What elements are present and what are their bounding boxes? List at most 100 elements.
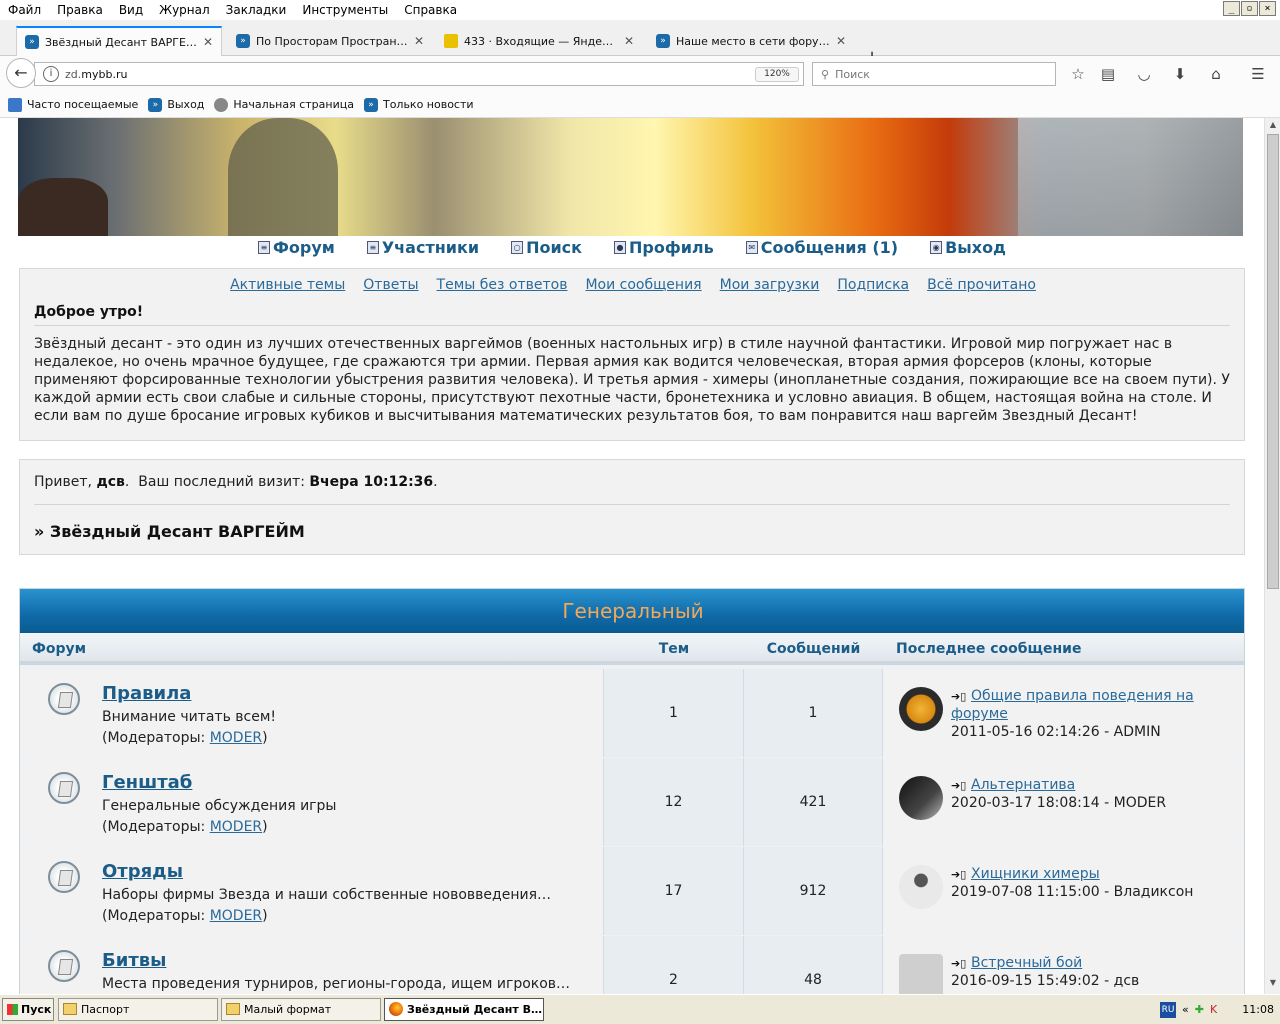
nav-profile[interactable]: ● Профиль <box>614 236 714 258</box>
link-my-uploads[interactable]: Мои загрузки <box>720 277 820 293</box>
tab-title: Наше место в сети форумов… <box>676 34 830 48</box>
breadcrumb[interactable]: » Звёздный Десант ВАРГЕЙМ <box>34 522 305 541</box>
tray-security-icon[interactable]: K <box>1210 1003 1217 1016</box>
folder-icon <box>226 1003 240 1015</box>
tab-nashe-mesto[interactable]: » Наше место в сети форумов… ✕ <box>648 26 854 56</box>
moderator-link[interactable]: MODER <box>210 908 262 924</box>
reading-list-icon[interactable]: ▤ <box>1098 64 1118 84</box>
taskbar-item-firefox[interactable]: Звёздный Десант В… <box>384 998 544 1021</box>
last-post-link[interactable]: Встречный бой <box>971 955 1082 971</box>
scroll-up-icon[interactable]: ▲ <box>1267 120 1279 134</box>
close-tab-icon[interactable]: ✕ <box>618 34 634 48</box>
forum-title-link[interactable]: Генштаб <box>102 772 192 793</box>
link-replies[interactable]: Ответы <box>363 277 418 293</box>
last-post-link[interactable]: Общие правила поведения на форуме <box>951 688 1194 722</box>
menu-file[interactable]: Файл <box>0 3 49 17</box>
category-header[interactable]: Генеральный <box>20 589 1244 633</box>
moderator-link[interactable]: MODER <box>210 819 262 835</box>
link-mark-all-read[interactable]: Всё прочитано <box>927 277 1036 293</box>
last-post-link[interactable]: Альтернатива <box>971 777 1075 793</box>
moderator-link[interactable]: MODER <box>210 730 262 746</box>
maximize-button[interactable]: ▫ <box>1241 1 1258 16</box>
menu-edit[interactable]: Правка <box>49 3 111 17</box>
last-post-meta: 2016-09-15 15:49:02 - дсв <box>951 973 1140 989</box>
column-topics: Тем <box>658 641 690 657</box>
language-indicator[interactable]: RU <box>1160 1001 1176 1018</box>
forum-title-link[interactable]: Правила <box>102 683 191 704</box>
link-my-posts[interactable]: Мои сообщения <box>585 277 701 293</box>
page-content: ≡ Форум ≡ Участники ○ Поиск ● Профиль ✉ Сообщ… <box>0 118 1264 994</box>
bookmark-logout[interactable]: » Выход <box>148 97 204 112</box>
zoom-indicator[interactable]: 120% <box>755 67 799 82</box>
tab-title: 433 · Входящие — Яндекс… <box>464 34 618 48</box>
forum-read-icon <box>48 683 80 715</box>
moderators-label: (Модераторы: <box>102 819 206 835</box>
forum-top-nav: ≡ Форум ≡ Участники ○ Поиск ● Профиль ✉ Сообщ… <box>0 236 1264 258</box>
mybb-favicon-icon: » <box>236 34 250 48</box>
tray-expand-icon[interactable]: « <box>1182 1003 1189 1016</box>
table-row: Правила Внимание читать всем! (Модератор… <box>20 669 1244 757</box>
tab-title: По Просторам Пространства <box>256 34 408 48</box>
start-button[interactable]: Пуск <box>2 998 54 1021</box>
pocket-icon[interactable]: ◡ <box>1134 64 1154 84</box>
nav-messages[interactable]: ✉ Сообщения (1) <box>745 236 898 258</box>
avatar <box>899 687 943 731</box>
forum-title-link[interactable]: Отряды <box>102 861 183 882</box>
close-window-button[interactable]: × <box>1259 1 1276 16</box>
forum-banner <box>18 118 1243 236</box>
link-unanswered[interactable]: Темы без ответов <box>437 277 568 293</box>
nav-search[interactable]: ○ Поиск <box>511 236 582 258</box>
close-tab-icon[interactable]: ✕ <box>197 35 213 49</box>
tab-zvezdny-desant[interactable]: » Звёздный Десант ВАРГЕЙМ ✕ <box>16 26 222 56</box>
nav-forum[interactable]: ≡ Форум <box>258 236 335 258</box>
menu-tools[interactable]: Инструменты <box>294 3 396 17</box>
page-scrollbar[interactable]: ▲ ▼ <box>1264 118 1280 994</box>
bookmark-start-page[interactable]: Начальная страница <box>214 97 354 112</box>
downloads-icon[interactable]: ⬇ <box>1170 64 1190 84</box>
bookmark-most-visited[interactable]: Часто посещаемые <box>8 97 138 112</box>
search-input[interactable]: ⚲ Поиск <box>812 62 1056 86</box>
back-button[interactable]: ← <box>6 58 36 88</box>
minimize-button[interactable]: _ <box>1223 1 1240 16</box>
last-visit-value: Вчера 10:12:36 <box>309 474 434 490</box>
menu-history[interactable]: Журнал <box>151 3 218 17</box>
nav-members[interactable]: ≡ Участники <box>366 236 479 258</box>
url-bar[interactable]: i zd.mybb.ru 120% ↻ <box>34 62 827 86</box>
column-last-post: Последнее сообщение <box>896 641 1082 657</box>
nav-label: Поиск <box>526 237 582 257</box>
last-post-link[interactable]: Хищники химеры <box>971 866 1100 882</box>
home-icon[interactable]: ⌂ <box>1206 64 1226 84</box>
forum-title-link[interactable]: Битвы <box>102 950 166 971</box>
forum-info-cell: Отряды Наборы фирмы Звезда и наши собств… <box>20 847 604 935</box>
topics-count: 17 <box>604 847 744 935</box>
mybb-favicon-icon: » <box>656 34 670 48</box>
tab-yandex-mail[interactable]: 433 · Входящие — Яндекс… ✕ <box>436 26 642 56</box>
topics-count: 2 <box>604 936 744 994</box>
taskbar-item-passport[interactable]: Паспорт <box>58 998 218 1021</box>
site-info-icon[interactable]: i <box>43 66 59 82</box>
close-tab-icon[interactable]: ✕ <box>830 34 846 48</box>
mybb-favicon-icon: » <box>363 97 378 112</box>
menu-view[interactable]: Вид <box>111 3 151 17</box>
bookmark-star-icon[interactable]: ☆ <box>1068 64 1088 84</box>
last-post: ➔▯ Общие правила поведения на форуме 2011-… <box>951 687 1241 741</box>
tab-prostory[interactable]: » По Просторам Пространства ✕ <box>228 26 432 56</box>
link-subscriptions[interactable]: Подписка <box>837 277 909 293</box>
url-host: mybb.ru <box>81 67 128 81</box>
welcome-username[interactable]: дсв <box>96 474 124 490</box>
close-tab-icon[interactable]: ✕ <box>408 34 424 48</box>
list-icon: ≡ <box>258 240 271 254</box>
navigation-bar: i zd.mybb.ru 120% ↻ ← ⚲ Поиск ☆ ▤ ◡ ⬇ ⌂ … <box>0 56 1280 92</box>
hamburger-menu-icon[interactable]: ☰ <box>1248 64 1268 84</box>
scroll-down-icon[interactable]: ▼ <box>1267 978 1279 992</box>
forum-description: Места проведения турниров, регионы-город… <box>102 976 571 992</box>
bookmark-only-news[interactable]: » Только новости <box>363 97 474 112</box>
menu-help[interactable]: Справка <box>396 3 465 17</box>
scrollbar-thumb[interactable] <box>1267 134 1279 589</box>
tray-app-icon[interactable]: ✚ <box>1195 1003 1204 1016</box>
nav-logout[interactable]: ◉ Выход <box>930 236 1006 258</box>
link-active-topics[interactable]: Активные темы <box>230 277 345 293</box>
taskbar-item-small-format[interactable]: Малый формат <box>221 998 381 1021</box>
menu-bookmarks[interactable]: Закладки <box>218 3 295 17</box>
nav-label: Форум <box>273 237 335 257</box>
